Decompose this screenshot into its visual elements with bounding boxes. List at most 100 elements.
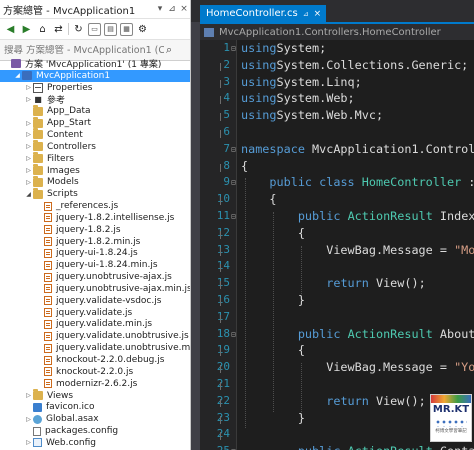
expander-icon[interactable]: ▷ [24,84,33,91]
tree-item[interactable]: jquery-ui-1.8.24.js [0,248,190,260]
expander-icon[interactable]: ▷ [24,167,33,174]
expander-icon[interactable]: ▷ [24,131,33,138]
navigation-bar-label: MvcApplication1.Controllers.HomeControll… [219,26,441,38]
line-number-text: 25 [217,444,230,450]
code-line: ViewBag.Message = "Modify this [241,243,474,260]
expander-icon[interactable]: ▷ [24,392,33,399]
tree-item[interactable]: ▷ Web.config [0,437,190,449]
tree-item[interactable]: ▷ Images [0,164,190,177]
tree-item[interactable]: knockout-2.2.0.debug.js [0,354,190,366]
tree-item[interactable]: jquery.validate.min.js [0,319,190,331]
tree-item[interactable]: jquery.validate.js [0,307,190,319]
tree-item[interactable]: _references.js [0,200,190,212]
outline-marker [220,432,221,441]
expander-icon[interactable]: ▷ [24,179,33,186]
code-token: MvcApplication1.Controllers [312,141,474,156]
web-config-icon [33,438,42,448]
code-token: using [241,57,277,72]
tab-pin-icon[interactable]: ⊿ [303,10,309,18]
home-icon[interactable]: ⌂ [36,23,49,36]
line-number-text: 22 [216,393,230,407]
line-number: 17 [200,310,236,327]
tree-item[interactable]: jquery.validate.unobtrusive.min.js [0,342,190,354]
js-file-icon [44,225,52,235]
code-line: usingSystem.Linq; [241,75,362,92]
close-icon[interactable]: × [178,4,190,14]
search-icon[interactable]: ⌕ [166,43,172,57]
tree-item[interactable]: ▷ Views [0,389,190,402]
back-arrow-icon[interactable]: ◀ [4,23,17,36]
tab-homecontroller[interactable]: HomeController.cs ⊿ × [200,5,327,22]
tree-item[interactable]: ◢ MvcApplication1 [0,69,190,82]
expander-icon[interactable]: ▷ [24,143,33,150]
tree-item[interactable]: jquery-1.8.2.js [0,224,190,236]
sync-icon[interactable]: ⇄ [52,23,65,36]
tree-item[interactable]: ◢ Scripts [0,187,190,200]
outline-marker [220,96,221,105]
tree-item[interactable]: jquery.unobtrusive-ajax.min.js [0,283,190,295]
pin-icon[interactable]: ⊿ [166,4,178,14]
navigation-bar[interactable]: MvcApplication1.Controllers.HomeControll… [200,22,474,40]
tree-item[interactable]: modernizr-2.6.2.js [0,378,190,390]
refresh-icon[interactable]: ↻ [72,23,85,36]
code-view[interactable]: 1 ⊟ 2 3 4 5 6 7 ⊟ 8 9 ⊟ 10 11 ⊟ 12 13 14 15 16 17 18 ⊟ 19 20 21 22… [200,40,474,450]
tree-item[interactable]: ▷ Filters [0,152,190,165]
code-token: Index() [439,209,474,223]
search-input[interactable] [4,44,164,56]
js-file-icon [44,248,52,258]
tree-item[interactable]: jquery.unobtrusive-ajax.js [0,271,190,283]
tree-item[interactable]: ▷ Global.asax [0,413,190,425]
forward-arrow-icon[interactable]: ▶ [20,23,33,36]
expander-icon[interactable]: ▷ [24,439,33,446]
collapse-all-icon[interactable]: ▭ [88,22,101,36]
js-file-icon [44,355,52,365]
tree-item[interactable]: jquery.validate-vsdoc.js [0,295,190,307]
tree-item-label: jquery.unobtrusive-ajax.js [56,272,172,283]
tree-item[interactable]: jquery.validate.unobtrusive.js [0,330,190,342]
tree-item[interactable]: 方案 'MvcApplication1' (1 專案) [0,58,190,70]
tree-item[interactable]: ▷ Properties [0,82,190,94]
properties-icon [33,82,43,93]
tree-item-label: jquery.validate.unobtrusive.js [56,331,189,342]
line-number: 5 [200,108,236,125]
tree-item-label: jquery.validate-vsdoc.js [56,295,162,306]
tree-item[interactable]: jquery-1.8.2.min.js [0,236,190,248]
expander-icon[interactable]: ◢ [13,72,22,79]
line-number: 2 [200,58,236,75]
tree-item[interactable]: ▷ ■ 參考 [0,94,190,106]
dropdown-icon[interactable]: ▾ [154,4,166,14]
folder-icon [33,128,43,140]
tree-item[interactable]: packages.config [0,425,190,437]
tree-item[interactable]: knockout-2.2.0.js [0,366,190,378]
settings-icon[interactable]: ⚙ [136,23,149,36]
expander-icon[interactable]: ▷ [24,416,33,423]
expander-icon[interactable]: ▷ [24,155,33,162]
show-all-files-icon[interactable]: ▤ [104,22,117,36]
code-line: public class HomeController : Controller [241,175,474,192]
expander-icon[interactable]: ▷ [24,96,33,103]
expander-icon[interactable]: ▷ [24,120,33,127]
line-number-text: 14 [216,259,230,273]
tree-item[interactable]: ▷ App_Start [0,116,190,129]
tree-item[interactable]: ▷ Content [0,128,190,141]
outline-marker [220,163,221,172]
properties-tool-icon[interactable]: ▦ [120,22,133,36]
outline-marker [220,62,221,71]
tree-item-label: favicon.ico [46,402,95,413]
tree-item[interactable]: jquery-ui-1.8.24.min.js [0,259,190,271]
tree-item-label: Images [47,165,80,176]
folder-icon [33,152,43,164]
tab-close-icon[interactable]: × [314,9,322,19]
js-file-icon [44,379,52,389]
tree-item[interactable]: ▷ Controllers [0,140,190,153]
gutter-divider [236,40,237,450]
tree-item[interactable]: jquery-1.8.2.intellisense.js [0,212,190,224]
tree-item[interactable]: ▷ Models [0,175,190,188]
solution-tree: 方案 'MvcApplication1' (1 專案) ◢ MvcApplicati… [0,58,190,449]
tree-item[interactable]: App_Data [0,104,190,117]
line-number-text: 12 [216,225,230,239]
line-number-text: 2 [223,57,230,71]
tree-item[interactable]: favicon.ico [0,401,190,413]
code-token: public [297,326,341,341]
expander-icon[interactable]: ◢ [24,191,33,198]
